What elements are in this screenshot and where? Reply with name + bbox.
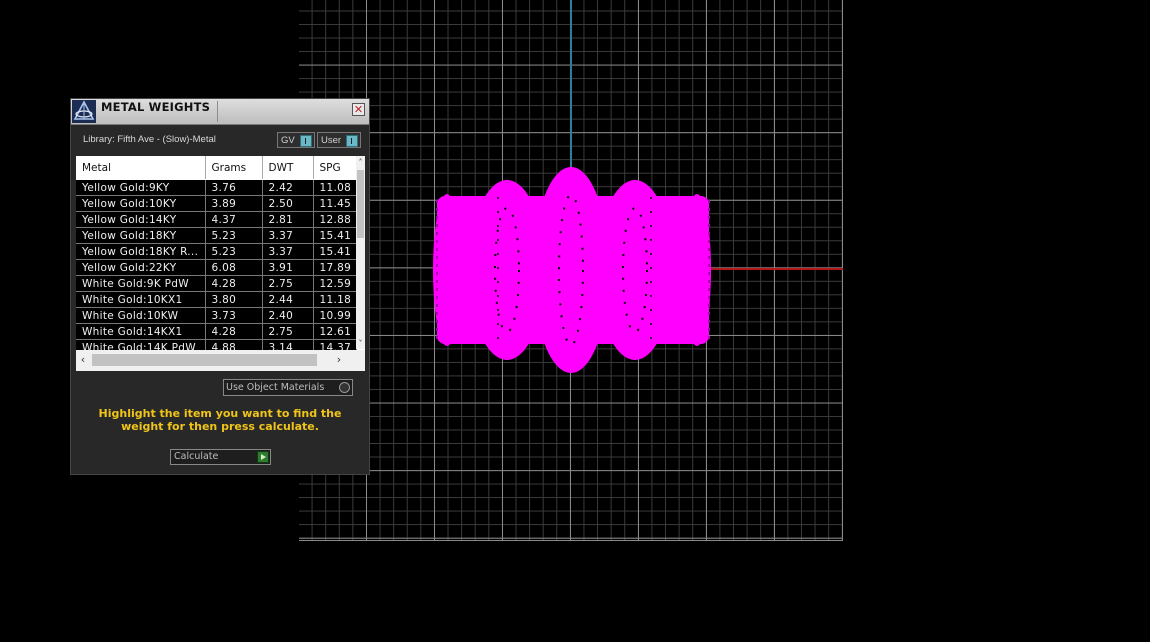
table-cell: 15.41 bbox=[313, 227, 357, 244]
table-cell: White Gold:10KW bbox=[76, 307, 206, 324]
table-row[interactable]: Yellow Gold:10KY 3.89 2.50 11.45 bbox=[76, 195, 357, 212]
horizontal-scroll-thumb[interactable] bbox=[92, 354, 317, 366]
table-cell: 4.28 bbox=[205, 275, 263, 292]
table-cell: 3.37 bbox=[262, 243, 314, 260]
table-cell: 15.41 bbox=[313, 243, 357, 260]
instructions-text: Highlight the item you want to find the … bbox=[98, 407, 342, 433]
circle-icon bbox=[339, 382, 350, 393]
table-cell: 2.42 bbox=[262, 179, 314, 196]
table-row[interactable]: Yellow Gold:9KY 3.76 2.42 11.08 bbox=[76, 179, 357, 196]
table-cell: 3.91 bbox=[262, 259, 314, 276]
table-cell: 2.75 bbox=[262, 323, 314, 340]
ring-loop bbox=[597, 180, 673, 360]
table-cell: 2.40 bbox=[262, 307, 314, 324]
scroll-down-icon[interactable]: ˅ bbox=[356, 339, 365, 349]
vertical-scrollbar[interactable]: ˄ ˅ bbox=[356, 156, 365, 349]
table-cell: 2.50 bbox=[262, 195, 314, 212]
table-cell: 10.99 bbox=[313, 307, 357, 324]
metal-table-container[interactable]: Metal Grams DWT SPG Yellow Gold:9KY 3.76 2.42… bbox=[76, 156, 365, 371]
table-cell: 17.89 bbox=[313, 259, 357, 276]
table-cell: 2.81 bbox=[262, 211, 314, 228]
table-cell: 3.80 bbox=[205, 291, 263, 308]
table-row[interactable]: Yellow Gold:18KY 5.23 3.37 15.41 bbox=[76, 227, 357, 244]
app-logo-icon bbox=[72, 100, 96, 123]
table-cell: Yellow Gold:9KY bbox=[76, 179, 206, 196]
table-cell: 11.08 bbox=[313, 179, 357, 196]
table-row[interactable]: Yellow Gold:22KY 6.08 3.91 17.89 bbox=[76, 259, 357, 276]
scroll-up-icon[interactable]: ˄ bbox=[356, 158, 365, 168]
table-cell: 6.08 bbox=[205, 259, 263, 276]
vertical-scroll-thumb[interactable] bbox=[357, 170, 364, 238]
user-toggle-label: User bbox=[321, 135, 342, 146]
table-row[interactable]: White Gold:9K PdW 4.28 2.75 12.59 bbox=[76, 275, 357, 292]
library-label: Library: Fifth Ave - (Slow)-Metal bbox=[83, 134, 216, 145]
table-cell: White Gold:14KX1 bbox=[76, 323, 206, 340]
gv-toggle-label: GV bbox=[281, 135, 295, 146]
table-cell: 3.76 bbox=[205, 179, 263, 196]
gv-toggle[interactable]: GV bbox=[277, 132, 315, 148]
table-cell: 11.18 bbox=[313, 291, 357, 308]
toggle-knob-icon bbox=[346, 135, 358, 147]
horizontal-scrollbar[interactable]: ‹ › bbox=[76, 350, 365, 371]
scroll-left-icon[interactable]: ‹ bbox=[78, 354, 88, 366]
close-icon[interactable]: ✕ bbox=[352, 103, 365, 116]
table-cell: Yellow Gold:10KY bbox=[76, 195, 206, 212]
table-row[interactable]: White Gold:10KW 3.73 2.40 10.99 bbox=[76, 307, 357, 324]
column-header[interactable]: DWT bbox=[262, 156, 314, 180]
column-header[interactable]: SPG bbox=[313, 156, 357, 180]
panel-titlebar[interactable]: METAL WEIGHTS ✕ bbox=[71, 99, 369, 125]
table-cell: 3.89 bbox=[205, 195, 263, 212]
table-cell: Yellow Gold:18KY bbox=[76, 227, 206, 244]
viewport-grid[interactable] bbox=[299, 0, 843, 541]
calculate-button[interactable]: Calculate bbox=[170, 449, 271, 465]
panel-title: METAL WEIGHTS bbox=[101, 100, 211, 114]
toggle-knob-icon bbox=[300, 135, 312, 147]
user-toggle[interactable]: User bbox=[317, 132, 361, 148]
metal-weights-panel: METAL WEIGHTS ✕ Library: Fifth Ave - (Sl… bbox=[70, 98, 370, 475]
scroll-right-icon[interactable]: › bbox=[334, 354, 344, 366]
titlebar-divider bbox=[217, 101, 218, 122]
use-object-materials-label: Use Object Materials bbox=[226, 382, 325, 393]
table-cell: 12.59 bbox=[313, 275, 357, 292]
table-cell: White Gold:9K PdW bbox=[76, 275, 206, 292]
table-row[interactable]: White Gold:14KX1 4.28 2.75 12.61 bbox=[76, 323, 357, 340]
table-cell: 5.23 bbox=[205, 227, 263, 244]
metal-table: Metal Grams DWT SPG Yellow Gold:9KY 3.76 2.42… bbox=[76, 156, 357, 356]
calculate-label: Calculate bbox=[174, 451, 219, 462]
table-cell: 2.44 bbox=[262, 291, 314, 308]
table-cell: White Gold:10KX1 bbox=[76, 291, 206, 308]
table-cell: Yellow Gold:18KY R... bbox=[76, 243, 206, 260]
table-row[interactable]: Yellow Gold:18KY R... 5.23 3.37 15.41 bbox=[76, 243, 357, 260]
use-object-materials-button[interactable]: Use Object Materials bbox=[223, 379, 353, 396]
table-cell: 5.23 bbox=[205, 243, 263, 260]
table-row[interactable]: White Gold:10KX1 3.80 2.44 11.18 bbox=[76, 291, 357, 308]
table-cell: 4.28 bbox=[205, 323, 263, 340]
table-cell: 3.73 bbox=[205, 307, 263, 324]
column-header[interactable]: Grams bbox=[205, 156, 263, 180]
table-cell: 12.88 bbox=[313, 211, 357, 228]
table-cell: 11.45 bbox=[313, 195, 357, 212]
table-cell: 2.75 bbox=[262, 275, 314, 292]
table-cell: 12.61 bbox=[313, 323, 357, 340]
table-row[interactable]: Yellow Gold:14KY 4.37 2.81 12.88 bbox=[76, 211, 357, 228]
table-cell: 4.37 bbox=[205, 211, 263, 228]
table-cell: Yellow Gold:14KY bbox=[76, 211, 206, 228]
table-cell: Yellow Gold:22KY bbox=[76, 259, 206, 276]
table-cell: 3.37 bbox=[262, 227, 314, 244]
play-arrow-icon[interactable] bbox=[257, 451, 269, 463]
ring-end-right bbox=[683, 194, 711, 346]
column-header[interactable]: Metal bbox=[76, 156, 206, 180]
ring-model[interactable] bbox=[299, 0, 843, 541]
table-header: Metal Grams DWT SPG bbox=[76, 156, 357, 180]
